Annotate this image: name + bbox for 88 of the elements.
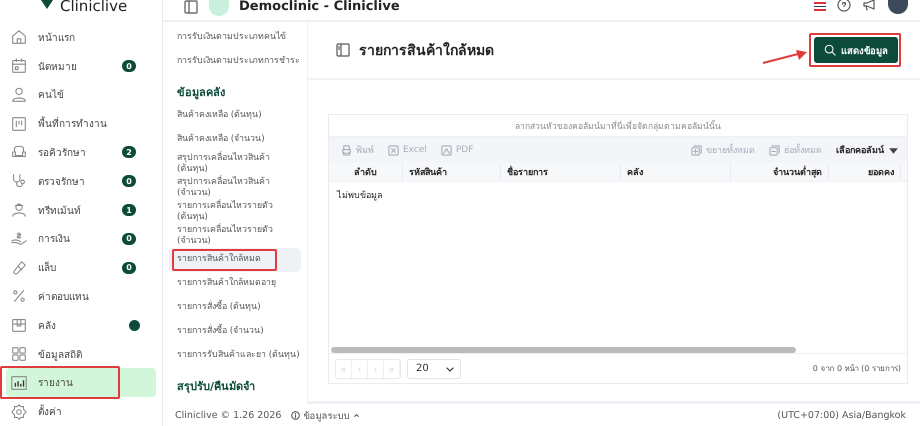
report-link[interactable]: รายการสินค้าใกล้หมด [169,248,301,272]
page-title: รายการสินค้าใกล้หมด [359,41,495,61]
window-title: Democlinic - Cliniclive [239,0,401,14]
count-badge: 1 [122,204,136,216]
nav-label: รายงาน [38,377,74,390]
column-header[interactable]: ลำดับ [329,163,403,181]
sidebar-item[interactable]: คนไข้ [6,80,156,110]
chevron-down-icon [446,364,454,372]
report-link[interactable]: การรับเงินตามประเภทการชำระ [169,50,301,74]
nav-label: พื้นที่การทำงาน [38,116,148,132]
home-icon [10,28,28,46]
sidebar-item[interactable]: นัดหมาย 0 [6,52,156,80]
collapse-icon [769,144,780,156]
avatar[interactable] [888,0,908,14]
file-x-icon [388,144,399,156]
timezone-text: (UTC+07:00) Asia/Bangkok [777,410,906,420]
pager-info: 0 จาก 0 หน้า (0 รายการ) [812,363,901,375]
sidebar-toggle-icon [183,0,199,16]
count-badge: 0 [122,232,136,245]
sidebar-item[interactable]: ตั้งค่า [6,397,156,426]
column-header[interactable]: ชื่อรายการ [501,163,621,181]
sidebar-item[interactable]: ตรวจรักษา 0 [6,166,156,196]
count-badge: 0 [122,262,136,274]
nav-label: คลัง [38,320,57,333]
nav-label: ค่าตอบแทน [38,290,90,304]
person-icon [10,86,28,104]
nav-label: นัดหมาย [38,60,78,74]
report-link[interactable]: รายการสินค้าใกล้หมดอายุ [169,272,301,296]
system-info-link[interactable]: ข้อมูลระบบ [291,408,362,422]
report-link[interactable]: การรับเงินตามประเภทคนไข้ [169,26,301,50]
grid-icon [10,345,28,363]
info-icon [291,410,300,420]
scrollbar-thumb[interactable] [331,347,796,353]
sidebar-item[interactable]: คลัง [6,310,156,340]
count-badge: 0 [122,60,136,72]
column-header[interactable]: รหัสสินค้า [403,163,501,181]
frame-icon [10,114,28,133]
nurse-icon [10,201,28,220]
panel-icon [335,42,351,58]
search-icon [824,44,836,56]
nav-label: ตั้งค่า [38,404,148,420]
empty-message: ไม่พบข้อมูล [337,191,383,201]
column-header[interactable]: คลัง [621,163,731,181]
menu-section-heading: ข้อมูลคลัง [176,85,226,102]
nav-label: หน้าแรก [38,32,76,45]
expand-icon [691,144,702,156]
printer-icon [341,144,352,156]
report-link[interactable]: รายการเคลื่อนไหวรายตัว (ต้นทุน) [169,200,301,224]
sidebar-item[interactable]: แล็บ 0 [6,253,156,282]
settings-icon [10,402,28,421]
menu-section-heading: สรุปรับ/คืนมัดจำ [176,379,256,396]
nav-label: ทรีทเม้นท์ [38,204,82,218]
file-image-icon [440,144,452,156]
version-text: Cliniclive © 1.26 2026 [175,410,282,420]
report-link[interactable]: รายการสั่งซื้อ (จำนวน) [169,320,301,344]
nav-label: ตรวจรักษา [38,176,86,189]
box-icon [10,316,28,334]
column-chooser-dropdown[interactable]: เลือกคอลัมน์ [836,143,899,157]
count-badge: 0 [122,175,136,188]
page-size-select[interactable]: 20 [407,358,461,378]
calendar-icon [10,57,28,76]
sidebar-item[interactable]: ทรีทเม้นท์ 1 [6,196,156,224]
sidebar-item[interactable]: การเงิน 0 [6,224,156,254]
sidebar-item[interactable]: ค่าตอบแทน [6,282,156,311]
nav-label: รอคิวรักษา [38,146,87,160]
nav-label: การเงิน [38,233,71,246]
sidebar-item[interactable]: ข้อมูลสถิติ [6,340,156,368]
report-link[interactable]: สรุปการเคลื่อนไหวสินค้า (จำนวน) [169,176,301,200]
report-link[interactable]: รายการรับสินค้าและยา (ต้นทุน) [169,344,301,368]
report-link[interactable]: สรุปการเคลื่อนไหวสินค้า (ต้นทุน) [169,152,301,176]
column-header[interactable]: จำนวนต่ำสุด [731,163,829,181]
flag-icon[interactable] [814,2,826,11]
hand-coin-icon [10,230,28,248]
nav-label: ข้อมูลสถิติ [38,348,83,362]
report-link[interactable]: สินค้าคงเหลือ (จำนวน) [169,128,301,152]
clinic-logo-icon [209,0,229,16]
sidebar-item[interactable]: หน้าแรก [6,22,156,52]
report-link[interactable]: รายการเคลื่อนไหวรายตัว (จำนวน) [169,224,301,248]
column-header[interactable]: ยอดคง [829,163,901,181]
nav-label: แล็บ [38,260,57,276]
count-badge: 2 [122,146,136,158]
show-data-button[interactable]: แสดงข้อมูล [814,37,898,63]
sidebar-item[interactable]: รอคิวรักษา 2 [6,138,156,167]
sidebar-item[interactable]: พื้นที่การทำงาน [6,109,156,138]
bar-chart-icon [10,374,28,392]
nav-label: คนไข้ [38,88,65,102]
report-link[interactable]: รายการสั่งซื้อ (ต้นทุน) [169,296,301,320]
report-link[interactable]: สินค้าคงเหลือ (ต้นทุน) [169,104,301,128]
